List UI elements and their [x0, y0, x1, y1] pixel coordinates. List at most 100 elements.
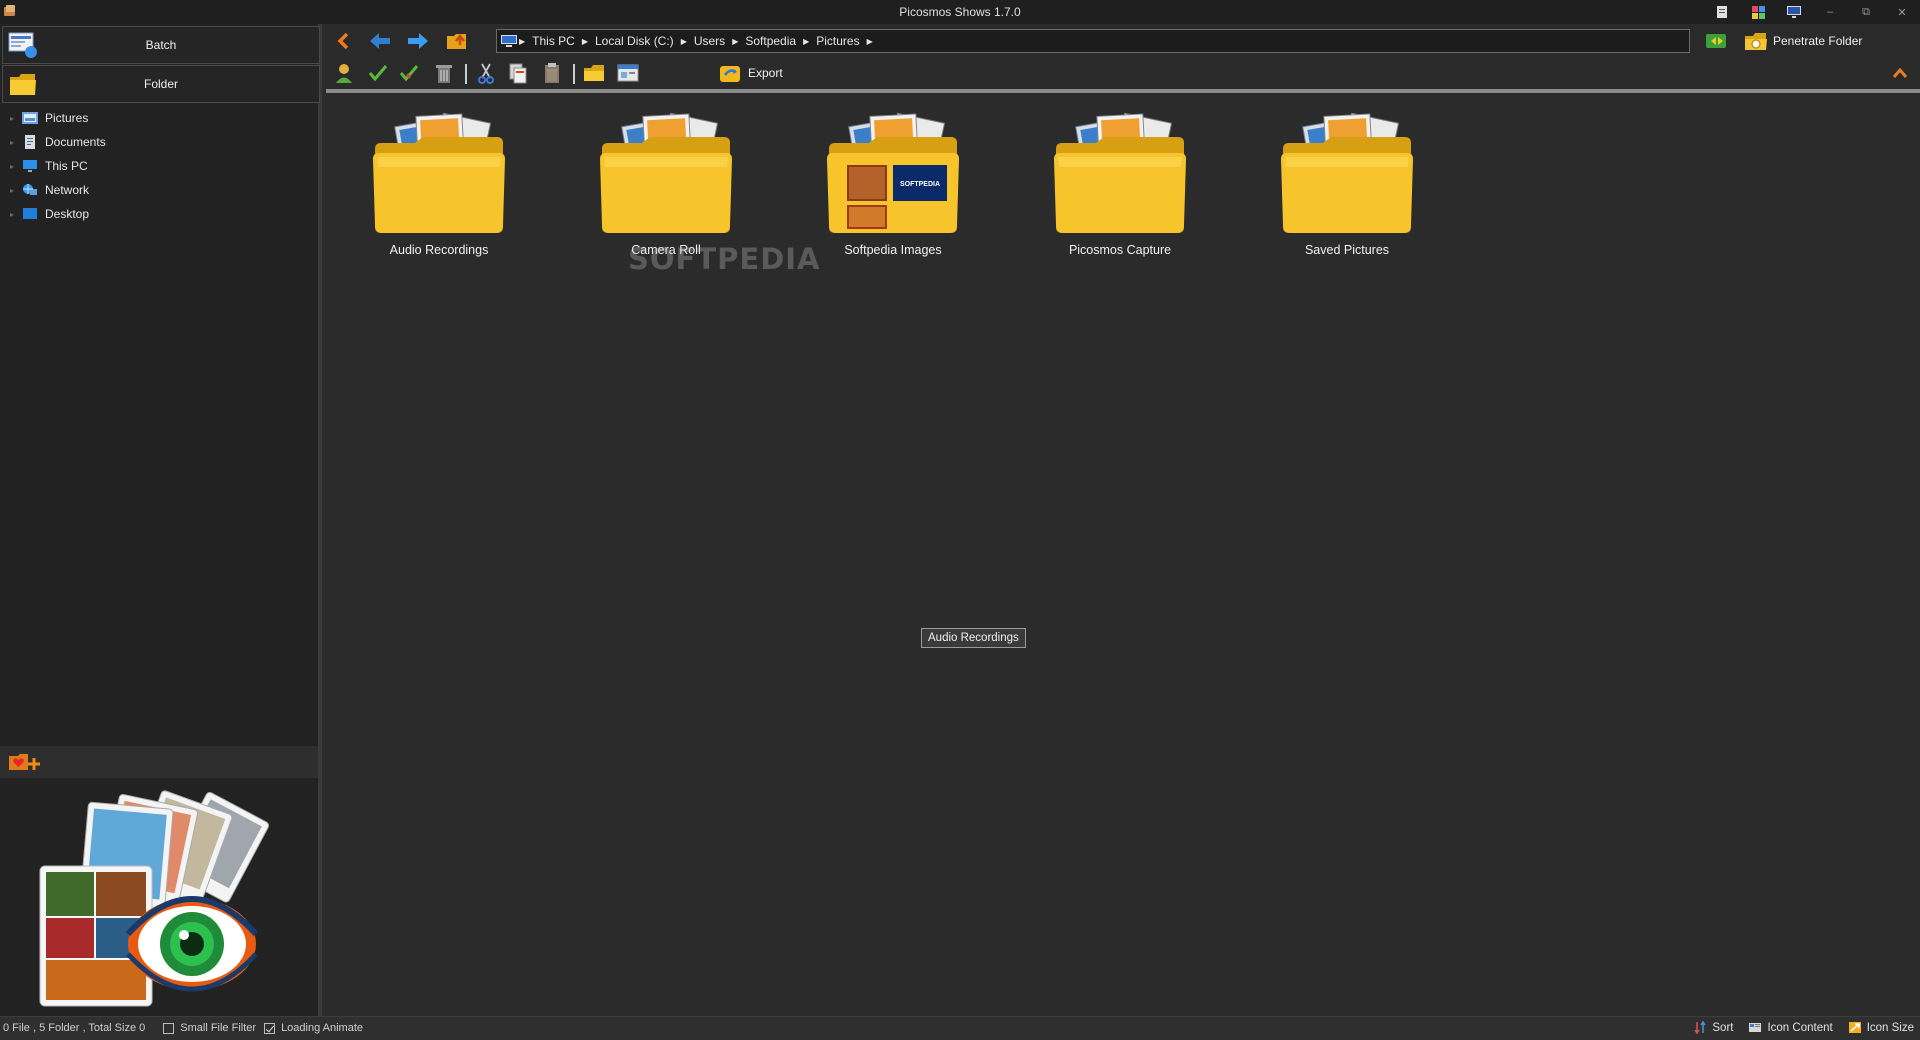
folder-item[interactable]: Audio Recordings: [354, 107, 524, 257]
collapse-toolbar-icon[interactable]: [1892, 66, 1908, 80]
breadcrumb-separator-icon[interactable]: ▶: [519, 37, 525, 46]
refresh-icon[interactable]: [1704, 31, 1730, 51]
batch-button[interactable]: Batch: [2, 26, 320, 64]
toolbar: ▶ This PC ▶ Local Disk (C:) ▶ Users ▶ So…: [326, 24, 1920, 92]
loading-animate-checkbox[interactable]: Loading Animate: [264, 1022, 363, 1034]
address-bar[interactable]: ▶ This PC ▶ Local Disk (C:) ▶ Users ▶ So…: [496, 29, 1690, 53]
expand-icon[interactable]: ▸: [10, 186, 22, 195]
expand-icon[interactable]: ▸: [10, 138, 22, 147]
folder-icon: [600, 112, 732, 233]
arrow-right-icon: [408, 33, 428, 49]
add-favorite-icon[interactable]: [6, 752, 44, 774]
back-button[interactable]: [330, 29, 358, 53]
properties-button[interactable]: [614, 60, 642, 86]
tree-item-documents[interactable]: ▸ Documents: [0, 130, 318, 154]
chevron-left-icon: [337, 32, 349, 50]
checkbox-checked-icon: [264, 1022, 276, 1034]
select-button[interactable]: [364, 60, 392, 86]
folder-label: Audio Recordings: [389, 243, 489, 257]
picosmos-logo: [39, 790, 270, 1007]
tree-item-pictures[interactable]: ▸ Pictures: [0, 106, 318, 130]
up-folder-button[interactable]: [444, 29, 472, 53]
new-folder-button[interactable]: [580, 60, 608, 86]
expand-icon[interactable]: ▸: [10, 114, 22, 123]
folder-item[interactable]: SOFTPEDIA Softpedia Images: [808, 107, 978, 257]
computer-icon: [23, 160, 37, 172]
breadcrumb-separator-icon[interactable]: ▶: [732, 37, 738, 46]
breadcrumb-this-pc[interactable]: This PC: [532, 34, 575, 48]
breadcrumb-separator-icon[interactable]: ▶: [867, 37, 873, 46]
paste-button[interactable]: [538, 60, 566, 86]
folder-item[interactable]: Camera Roll: [581, 107, 751, 257]
breadcrumb-softpedia[interactable]: Softpedia: [745, 34, 796, 48]
theme-palette-icon[interactable]: [1740, 2, 1776, 22]
penetrate-folder-icon: [1745, 33, 1767, 50]
pictures-folder-icon: [22, 112, 38, 124]
tree-label: Network: [45, 183, 90, 197]
tree-item-this-pc[interactable]: ▸ This PC: [0, 154, 318, 178]
window-controls: – ⧉ ✕: [1704, 2, 1920, 22]
tree-item-network[interactable]: ▸ Network: [0, 178, 318, 202]
desktop-icon: [23, 208, 37, 219]
small-file-filter-checkbox[interactable]: Small File Filter: [163, 1022, 256, 1034]
folder-mode-icon: [10, 74, 36, 95]
folder-icon: [1281, 112, 1413, 233]
tree-label: Documents: [45, 135, 106, 149]
computer-icon: [501, 35, 517, 47]
folder-item[interactable]: Picosmos Capture: [1035, 107, 1205, 257]
view-list-icon[interactable]: [1704, 2, 1740, 22]
sort-icon: [1694, 1021, 1706, 1034]
folder-label: Softpedia Images: [844, 243, 942, 257]
delete-button[interactable]: [430, 60, 458, 86]
favorites-bar: [0, 746, 318, 778]
title-bar: Picosmos Shows 1.7.0 – ⧉ ✕: [0, 0, 1920, 24]
breadcrumb-local-disk[interactable]: Local Disk (C:): [595, 34, 674, 48]
breadcrumb-pictures[interactable]: Pictures: [816, 34, 859, 48]
expand-icon[interactable]: ▸: [10, 162, 22, 171]
minimize-button[interactable]: –: [1812, 2, 1848, 22]
icon-content-icon: [1749, 1023, 1762, 1032]
expand-icon[interactable]: ▸: [10, 210, 22, 219]
preview-text: SOFTPEDIA: [900, 181, 940, 188]
folder-label: Saved Pictures: [1304, 243, 1390, 257]
folder-tree: ▸ Pictures ▸ Documents ▸ This PC ▸ Netwo…: [0, 106, 318, 226]
penetrate-folder-label: Penetrate Folder: [1773, 34, 1863, 48]
icon-size-button[interactable]: Icon Size: [1848, 1021, 1914, 1034]
softpedia-watermark: SOFTPEDIA: [628, 242, 821, 276]
status-bar: 0 File , 5 Folder , Total Size 0 Small F…: [0, 1016, 1920, 1040]
breadcrumb-separator-icon[interactable]: ▶: [803, 37, 809, 46]
breadcrumb-separator-icon[interactable]: ▶: [582, 37, 588, 46]
user-button[interactable]: [330, 60, 358, 86]
network-icon: [23, 184, 37, 195]
copy-icon: [509, 63, 527, 84]
close-button[interactable]: ✕: [1884, 2, 1920, 22]
restore-button[interactable]: ⧉: [1848, 2, 1884, 22]
folder-up-icon: [447, 33, 466, 49]
forward-button[interactable]: [404, 29, 432, 53]
history-back-button[interactable]: [366, 29, 394, 53]
hover-tooltip: Audio Recordings: [921, 628, 1026, 648]
tree-label: Pictures: [45, 111, 89, 125]
penetrate-folder-button[interactable]: Penetrate Folder: [1744, 28, 1862, 54]
cut-button[interactable]: [472, 60, 500, 86]
breadcrumb-users[interactable]: Users: [694, 34, 725, 48]
toolbar-divider: [465, 64, 467, 84]
breadcrumb-separator-icon[interactable]: ▶: [681, 37, 687, 46]
icon-content-button[interactable]: Icon Content: [1749, 1021, 1833, 1034]
select-all-button[interactable]: [396, 60, 424, 86]
action-row: Export: [326, 58, 1920, 88]
sort-button[interactable]: Sort: [1694, 1021, 1733, 1034]
export-icon: [720, 66, 740, 82]
sort-label: Sort: [1712, 1021, 1734, 1034]
copy-button[interactable]: [504, 60, 532, 86]
export-button[interactable]: Export: [718, 60, 783, 86]
documents-icon: [25, 135, 35, 149]
arrow-left-icon: [370, 33, 390, 49]
folder-view[interactable]: Audio Recordings Camera Roll SOFTPEDIA S: [326, 93, 1920, 1016]
folder-button[interactable]: Folder: [2, 65, 320, 103]
folder-icon: [1054, 112, 1186, 233]
folder-item[interactable]: Saved Pictures: [1262, 107, 1432, 257]
tree-item-desktop[interactable]: ▸ Desktop: [0, 202, 318, 226]
navigation-row: ▶ This PC ▶ Local Disk (C:) ▶ Users ▶ So…: [326, 26, 1920, 56]
monitor-icon[interactable]: [1776, 2, 1812, 22]
